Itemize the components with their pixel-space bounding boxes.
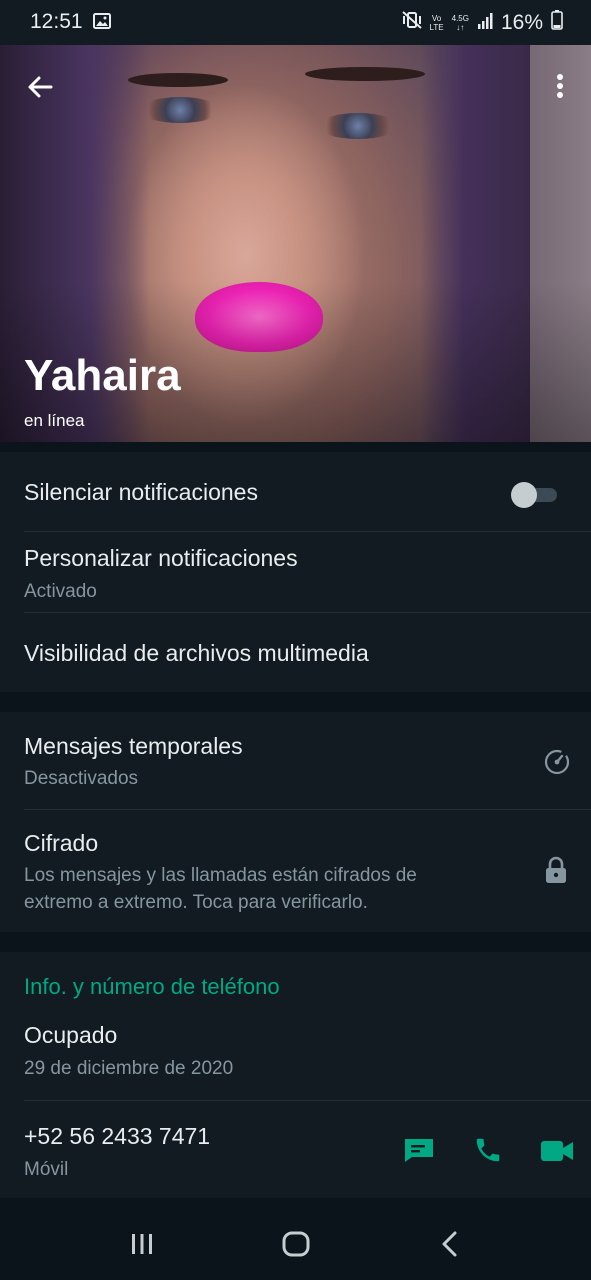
- lock-icon: [544, 856, 568, 889]
- volte-indicator: Vo LTE: [429, 14, 444, 32]
- encryption-row[interactable]: Cifrado Los mensajes y las llamadas está…: [0, 810, 591, 932]
- gallery-icon: [93, 13, 111, 34]
- back-nav-icon[interactable]: [438, 1230, 462, 1263]
- back-arrow-icon[interactable]: [24, 71, 56, 103]
- recent-apps-icon[interactable]: [128, 1230, 156, 1263]
- disappearing-messages-row[interactable]: Mensajes temporales Desactivados: [0, 712, 591, 809]
- mute-notifications-label: Silenciar notificaciones: [24, 479, 258, 505]
- privacy-card: Mensajes temporales Desactivados Cifrado…: [0, 712, 591, 932]
- about-date: 29 de diciembre de 2020: [24, 1058, 234, 1079]
- info-card: Info. y número de teléfono Ocupado 29 de…: [0, 952, 591, 1198]
- disappearing-messages-label: Mensajes temporales: [24, 733, 243, 759]
- custom-notifications-row[interactable]: Personalizar notificaciones Activado: [0, 532, 591, 613]
- phone-row[interactable]: +52 56 2433 7471 Móvil: [0, 1101, 591, 1198]
- timer-icon: [543, 748, 571, 781]
- phone-icon[interactable]: [473, 1135, 503, 1170]
- message-icon[interactable]: [403, 1137, 435, 1168]
- custom-notifications-value: Activado: [24, 581, 97, 602]
- mute-notifications-toggle[interactable]: [511, 482, 557, 508]
- custom-notifications-label: Personalizar notificaciones: [24, 545, 298, 571]
- network-gen-indicator: 4.5G ↓↑: [451, 14, 469, 32]
- about-row[interactable]: Ocupado 29 de diciembre de 2020: [0, 1010, 591, 1100]
- more-vert-icon[interactable]: [548, 71, 572, 103]
- battery-icon: [551, 10, 563, 36]
- notifications-card: Silenciar notificaciones Personalizar no…: [0, 452, 591, 692]
- contact-name: Yahaira: [24, 351, 181, 400]
- battery-percent: 16%: [500, 11, 543, 34]
- disappearing-messages-value: Desactivados: [24, 768, 139, 789]
- status-bar: 12:51 Vo LTE 4.5G ↓↑ 16%: [0, 0, 591, 45]
- system-nav-bar: [0, 1210, 591, 1280]
- media-visibility-row[interactable]: Visibilidad de archivos multimedia: [0, 613, 591, 692]
- presence-status: en línea: [24, 411, 85, 430]
- encryption-label: Cifrado: [24, 830, 99, 856]
- encryption-description-line2: extremo a extremo. Toca para verificarlo…: [24, 892, 368, 913]
- profile-photo[interactable]: Yahaira en línea: [0, 45, 591, 442]
- info-section-title: Info. y número de teléfono: [24, 974, 280, 999]
- phone-type: Móvil: [24, 1159, 69, 1180]
- media-visibility-label: Visibilidad de archivos multimedia: [24, 640, 369, 666]
- mute-notifications-row[interactable]: Silenciar notificaciones: [0, 452, 591, 532]
- mute-vibrate-icon: [401, 11, 422, 35]
- phone-number: +52 56 2433 7471: [24, 1123, 211, 1149]
- status-time: 12:51: [30, 10, 83, 33]
- video-call-icon[interactable]: [540, 1139, 574, 1168]
- home-icon[interactable]: [281, 1230, 311, 1263]
- about-text: Ocupado: [24, 1022, 118, 1048]
- signal-icon: [477, 11, 493, 35]
- encryption-description-line1: Los mensajes y las llamadas están cifrad…: [24, 865, 417, 886]
